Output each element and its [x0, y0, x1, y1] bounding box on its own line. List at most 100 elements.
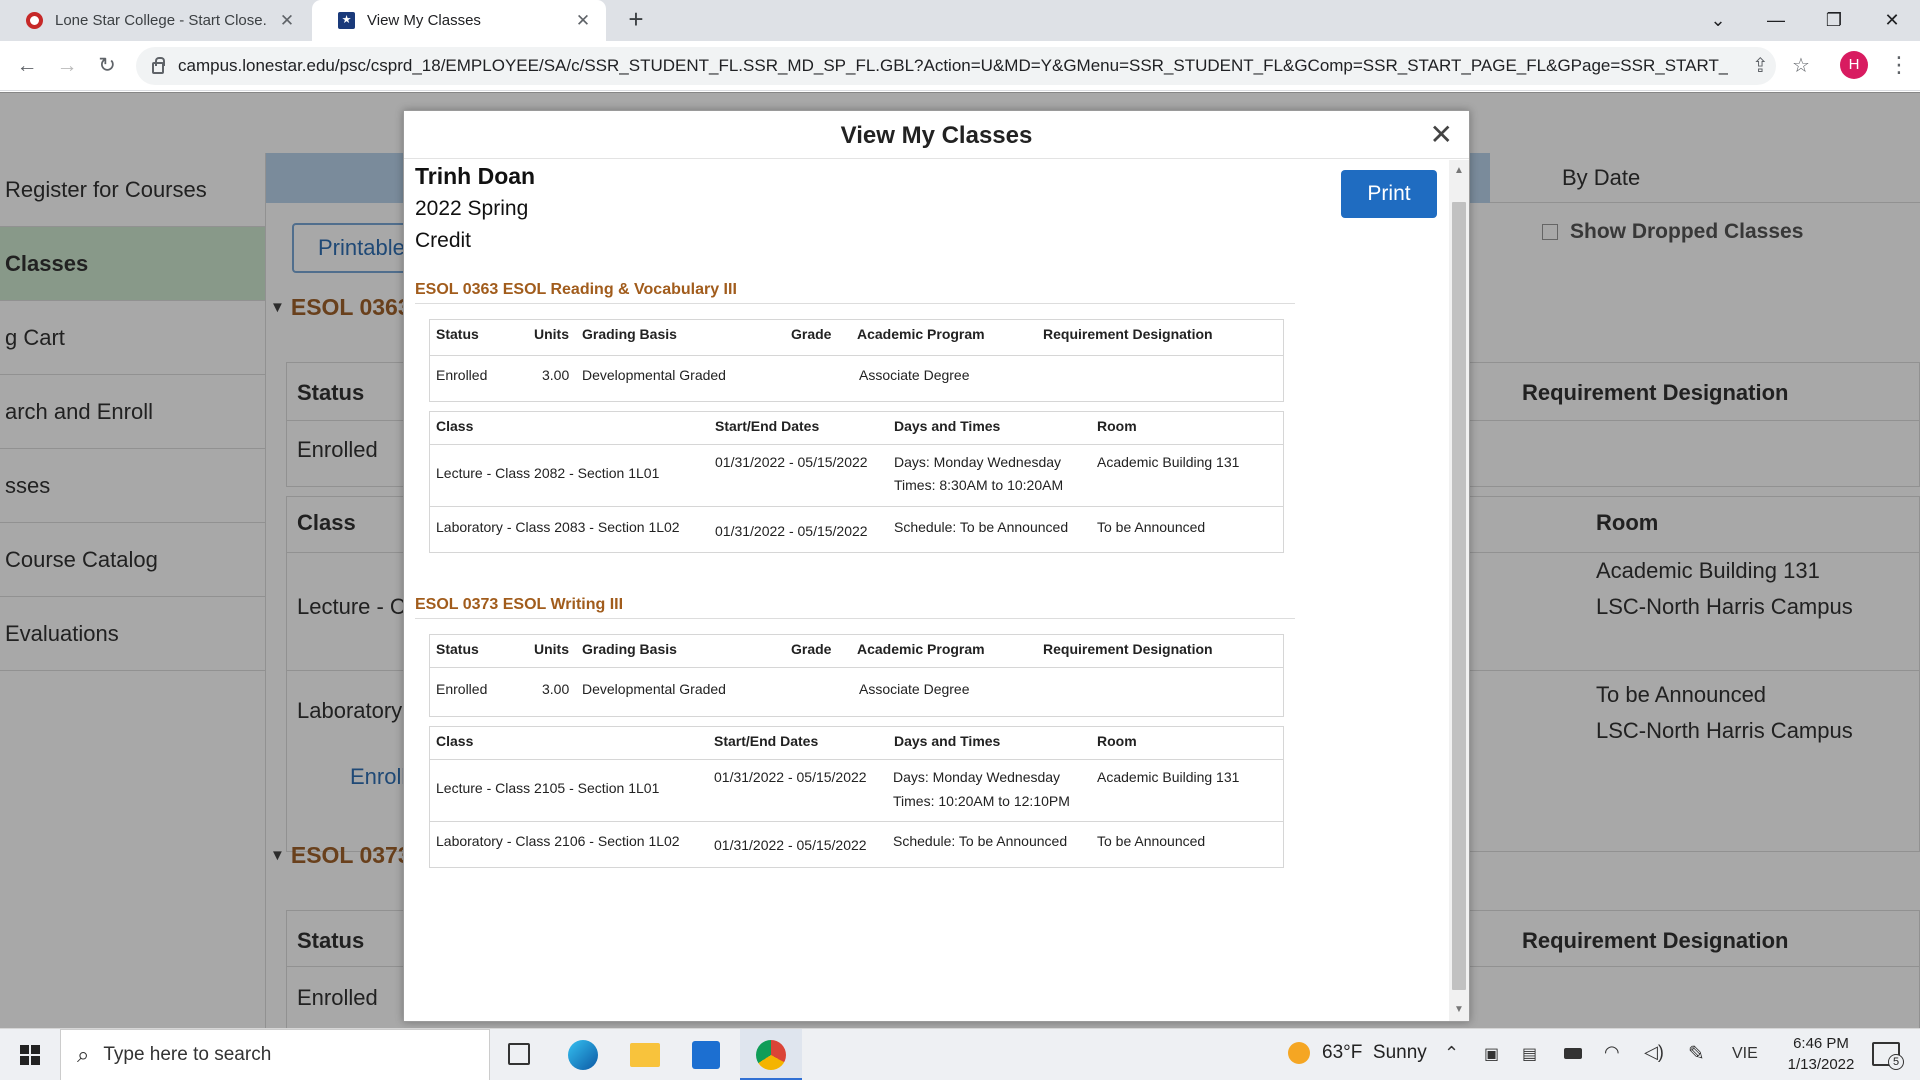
clock[interactable]: 6:46 PM 1/13/2022 [1776, 1033, 1866, 1075]
tab-view-my-classes[interactable]: ★ View My Classes ✕ [312, 0, 606, 41]
grade-header: Grade [791, 326, 832, 342]
class-value: Laboratory - Class 2083 - Section 1L02 [436, 519, 680, 535]
status-header: Status [436, 641, 479, 657]
search-placeholder: Type here to search [103, 1044, 272, 1065]
scroll-up-arrow-icon[interactable]: ▲ [1449, 162, 1469, 180]
chrome-icon [756, 1040, 786, 1070]
close-tab-icon[interactable]: ✕ [278, 11, 296, 31]
dialog-body: Trinh Doan 2022 Spring Credit Print ESOL… [404, 160, 1448, 1021]
grade-header: Grade [791, 641, 832, 657]
room-value: Academic Building 131 [1097, 769, 1240, 785]
close-icon[interactable]: ✕ [1430, 121, 1453, 149]
weather-widget[interactable]: 63°F Sunny [1288, 1042, 1427, 1064]
bookmark-star-icon[interactable]: ☆ [1792, 56, 1810, 76]
forward-arrow-icon[interactable]: → [50, 49, 84, 83]
term-label: 2022 Spring [415, 197, 529, 220]
pen-icon[interactable]: ✎ [1688, 1041, 1705, 1066]
edge-browser-icon[interactable] [568, 1040, 598, 1070]
tab-lone-star-start[interactable]: Lone Star College - Start Close. G ✕ [0, 0, 310, 41]
units-header: Units [534, 641, 569, 657]
taskbar-search-box[interactable]: ⌕ Type here to search [60, 1029, 490, 1080]
times-value: Times: 8:30AM to 10:20AM [894, 477, 1064, 493]
profile-avatar[interactable]: H [1840, 51, 1868, 79]
search-icon: ⌕ [77, 1042, 90, 1067]
course-title: ESOL 0363 ESOL Reading & Vocabulary III [415, 281, 1295, 304]
room-header: Room [1097, 733, 1137, 749]
close-tab-icon[interactable]: ✕ [574, 11, 592, 31]
dates-value: 01/31/2022 - 05/15/2022 [715, 523, 868, 539]
meet-now-icon[interactable]: ▣ [1484, 1044, 1499, 1064]
tab-title: View My Classes [367, 12, 481, 29]
reload-icon[interactable]: ↻ [90, 49, 124, 83]
divider [430, 667, 1283, 668]
lock-icon [152, 57, 165, 74]
start-windows-icon[interactable] [20, 1045, 40, 1065]
screen-icon[interactable]: ▤ [1522, 1044, 1537, 1064]
room-value: Academic Building 131 [1097, 454, 1240, 470]
weather-text: 63°F Sunny [1322, 1042, 1427, 1063]
volume-icon[interactable]: ◁) [1644, 1042, 1664, 1063]
days-header: Days and Times [894, 418, 1001, 434]
class-value: Lecture - Class 2105 - Section 1L01 [436, 780, 660, 796]
class-header: Class [436, 733, 474, 749]
status-value: Enrolled [436, 367, 488, 383]
back-arrow-icon[interactable]: ← [10, 49, 44, 83]
wifi-icon[interactable]: ◠ [1604, 1042, 1620, 1063]
windows-taskbar: ⌕ Type here to search 63°F Sunny ⌃ ▣ ▤ ◠… [0, 1028, 1920, 1080]
days-value: Days: Monday Wednesday [893, 769, 1061, 785]
dates-value: 01/31/2022 - 05/15/2022 [715, 454, 868, 470]
program-value: Associate Degree [859, 681, 970, 697]
battery-icon[interactable] [1564, 1048, 1582, 1059]
address-bar[interactable]: campus.lonestar.edu/psc/csprd_18/EMPLOYE… [136, 47, 1776, 85]
grading-value: Developmental Graded [582, 681, 726, 697]
minimize-icon[interactable]: — [1748, 0, 1804, 41]
browser-menu-icon[interactable]: ⋮ [1888, 52, 1910, 78]
restore-icon[interactable]: ❐ [1806, 0, 1862, 41]
course-title: ESOL 0373 ESOL Writing III [415, 596, 1295, 619]
divider [430, 355, 1283, 356]
times-value: Times: 10:20AM to 12:10PM [893, 793, 1070, 809]
dates-value: 01/31/2022 - 05/15/2022 [714, 837, 867, 853]
task-view-icon[interactable] [508, 1043, 530, 1065]
requirement-header: Requirement Designation [1043, 641, 1213, 657]
url-text[interactable]: campus.lonestar.edu/psc/csprd_18/EMPLOYE… [178, 56, 1728, 76]
file-explorer-icon[interactable] [630, 1043, 660, 1067]
dates-value: 01/31/2022 - 05/15/2022 [714, 769, 867, 785]
program-header: Academic Program [857, 641, 985, 657]
browser-tab-bar: Lone Star College - Start Close. G ✕ ★ V… [0, 0, 1920, 41]
sun-icon [1288, 1042, 1310, 1064]
grading-header: Grading Basis [582, 641, 677, 657]
store-icon[interactable] [692, 1041, 720, 1069]
days-value: Days: Monday Wednesday [894, 454, 1062, 470]
lone-star-favicon-icon [26, 12, 43, 29]
lsc-favicon-icon: ★ [338, 12, 355, 29]
print-button[interactable]: Print [1341, 170, 1437, 218]
window-close-icon[interactable]: ✕ [1864, 0, 1920, 41]
notifications-icon[interactable]: 5 [1872, 1042, 1904, 1070]
enrollment-status-table: Status Units Grading Basis Grade Academi… [429, 634, 1284, 717]
dialog-title: View My Classes [404, 111, 1469, 159]
divider [430, 759, 1283, 760]
notification-count: 5 [1888, 1054, 1904, 1070]
scroll-down-arrow-icon[interactable]: ▼ [1449, 1001, 1469, 1019]
days-value: Schedule: To be Announced [894, 519, 1069, 535]
status-header: Status [436, 326, 479, 342]
clock-date: 1/13/2022 [1787, 1056, 1855, 1073]
requirement-header: Requirement Designation [1043, 326, 1213, 342]
tab-search-chevron-icon[interactable]: ⌄ [1690, 0, 1746, 41]
chrome-taskbar-button[interactable] [740, 1029, 802, 1080]
class-value: Laboratory - Class 2106 - Section 1L02 [436, 833, 680, 849]
class-sections-table: Class Start/End Dates Days and Times Roo… [429, 411, 1284, 553]
units-value: 3.00 [542, 367, 570, 383]
tray-overflow-chevron-icon[interactable]: ⌃ [1444, 1043, 1459, 1064]
share-icon[interactable]: ⇪ [1752, 56, 1769, 76]
new-tab-plus-icon[interactable]: + [622, 6, 650, 34]
status-value: Enrolled [436, 681, 488, 697]
dialog-scrollbar[interactable]: ▲ ▼ [1449, 160, 1469, 1021]
program-header: Academic Program [857, 326, 985, 342]
days-value: Schedule: To be Announced [893, 833, 1068, 849]
language-indicator[interactable]: VIE [1732, 1045, 1758, 1063]
scroll-thumb[interactable] [1452, 202, 1466, 990]
dates-header: Start/End Dates [714, 733, 819, 749]
divider [430, 506, 1283, 507]
